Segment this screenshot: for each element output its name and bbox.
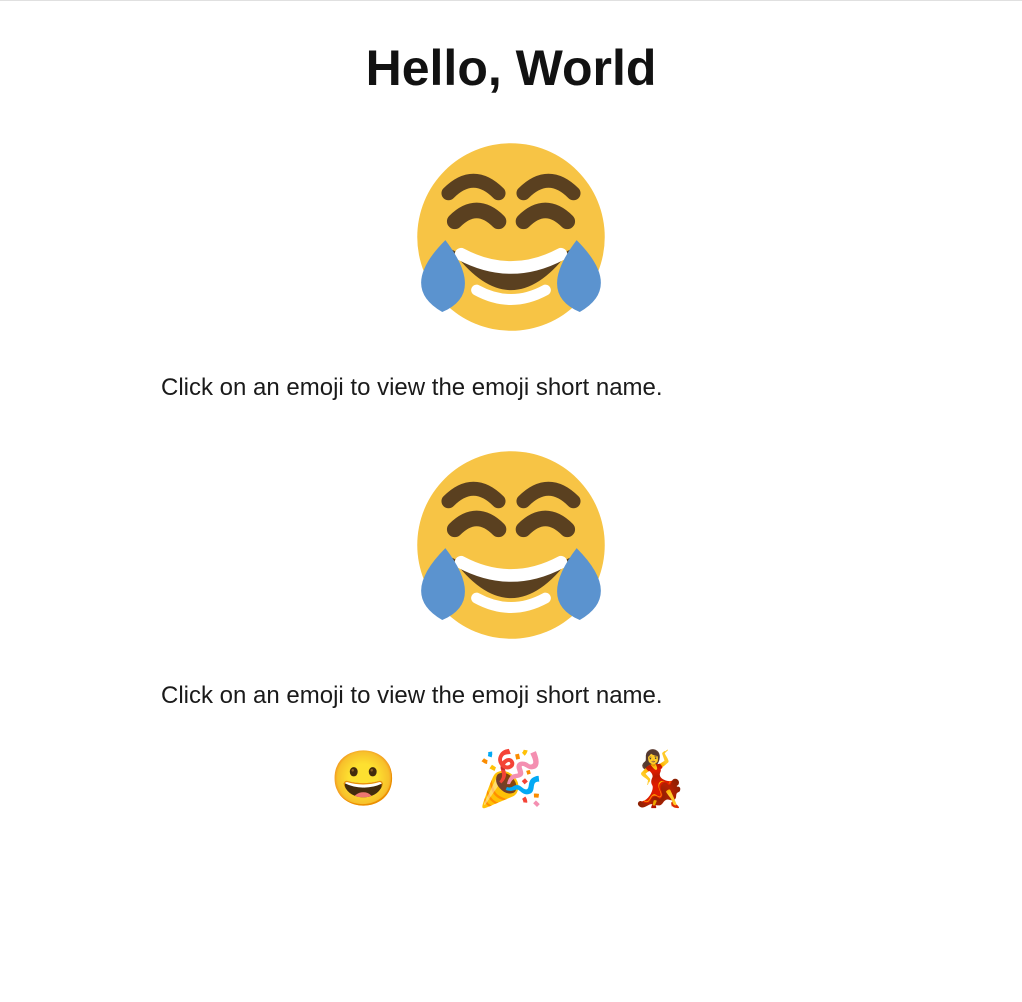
- woman-dancing-icon[interactable]: 💃: [625, 752, 692, 806]
- party-popper-icon[interactable]: 🎉: [477, 752, 544, 806]
- emoji-section-1: Click on an emoji to view the emoji shor…: [161, 137, 861, 405]
- main-container: Hello, World Click on an emoji to view t…: [161, 1, 861, 806]
- face-with-tears-of-joy-icon[interactable]: [411, 137, 611, 337]
- grinning-face-icon[interactable]: 😀: [330, 752, 397, 806]
- instruction-text-2: Click on an emoji to view the emoji shor…: [161, 679, 861, 713]
- emoji-picker-row: 😀 🎉 💃: [161, 752, 861, 806]
- face-with-tears-of-joy-icon[interactable]: [411, 445, 611, 645]
- instruction-text-1: Click on an emoji to view the emoji shor…: [161, 371, 861, 405]
- page-title: Hello, World: [161, 39, 861, 97]
- emoji-section-2: Click on an emoji to view the emoji shor…: [161, 445, 861, 713]
